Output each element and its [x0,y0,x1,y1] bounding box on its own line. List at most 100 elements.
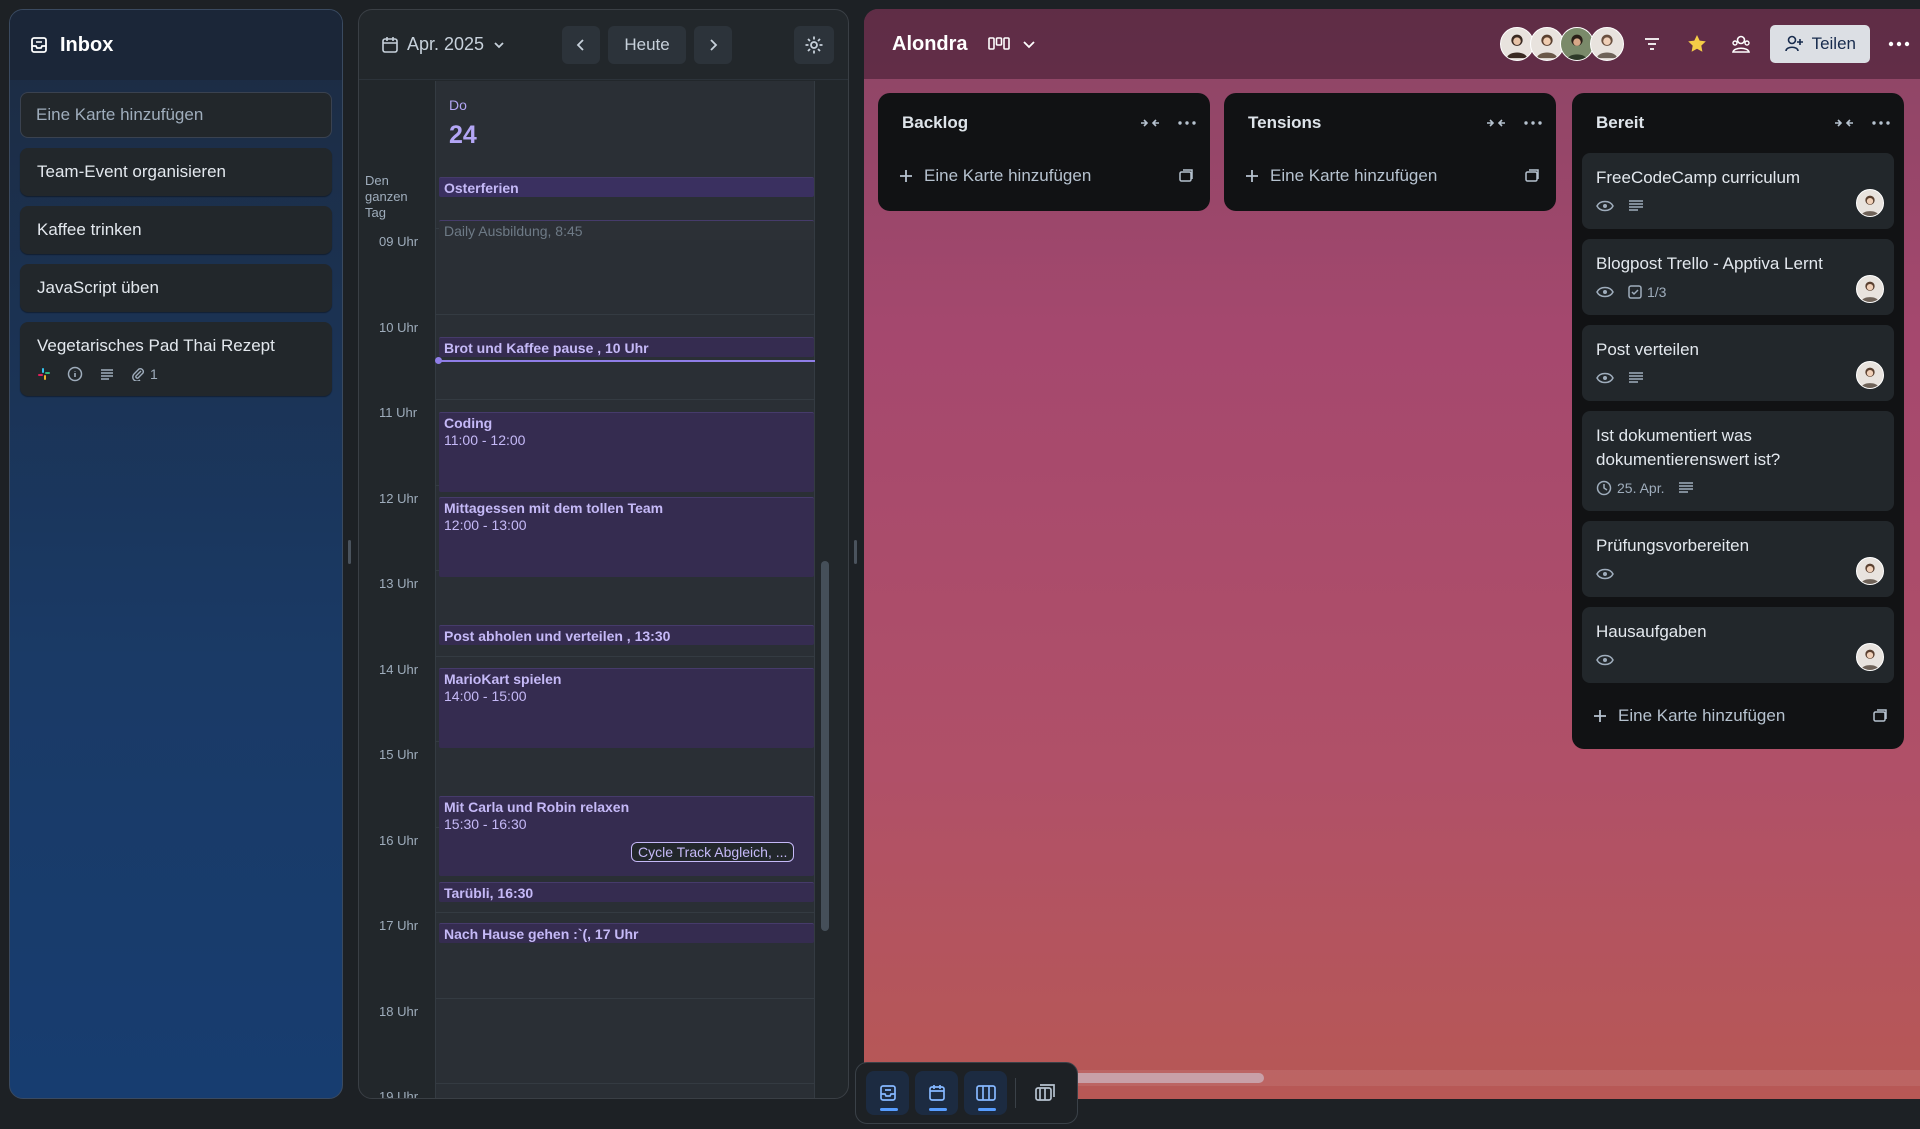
list-more-icon[interactable] [1872,121,1890,125]
list-bereit: Bereit FreeCodeCamp curriculum Blogpost … [1572,93,1904,749]
inbox-add-card-button[interactable]: Eine Karte hinzufügen [20,92,332,138]
calendar-event[interactable]: Tarübli, 16:30 [439,882,814,902]
board-card[interactable]: Ist dokumentiert was dokumentierenswert … [1582,411,1894,511]
board-card[interactable]: Hausaufgaben [1582,607,1894,683]
chevron-down-icon [492,38,506,52]
description-icon [1628,371,1644,385]
inbox-card-list: Eine Karte hinzufügen Team-Event organis… [10,80,342,418]
board-card[interactable]: FreeCodeCamp curriculum [1582,153,1894,229]
share-button[interactable]: Teilen [1769,25,1870,63]
chevron-right-icon [706,38,720,52]
calendar-event[interactable]: Brot und Kaffee pause , 10 Uhr [439,337,814,357]
card-title: Kaffee trinken [37,220,142,239]
card-title: Team-Event organisieren [37,162,226,181]
list-title[interactable]: Backlog [902,113,968,133]
board-card[interactable]: Blogpost Trello - Apptiva Lernt 1/3 [1582,239,1894,315]
calendar-scrollbar[interactable] [821,561,829,931]
hour-line [435,912,815,913]
calendar-event[interactable]: Coding 11:00 - 12:00 [439,412,814,492]
avatar[interactable] [1499,27,1534,61]
toggle-planner-button[interactable] [915,1071,959,1115]
card-member-avatar[interactable] [1856,275,1884,303]
prev-day-button[interactable] [562,25,601,64]
resize-handle[interactable] [348,540,351,564]
add-card-button[interactable]: Eine Karte hinzufügen [1572,693,1904,739]
inbox-card[interactable]: JavaScript üben [20,264,332,312]
card-member-avatar[interactable] [1856,361,1884,389]
add-card-button[interactable]: Eine Karte hinzufügen [1224,153,1556,199]
list-title[interactable]: Bereit [1596,113,1644,133]
toggle-inbox-button[interactable] [866,1071,910,1115]
member-avatars[interactable] [1499,27,1624,61]
all-day-event[interactable]: Osterferien [439,177,814,197]
watch-eye-icon [1596,372,1614,384]
calendar-event[interactable]: Mit Carla und Robin relaxen 15:30 - 16:3… [439,796,814,876]
card-title: Vegetarisches Pad Thai Rezept [37,336,275,355]
slack-icon [37,367,51,381]
switch-board-button[interactable] [1024,1071,1067,1115]
inbox-card[interactable]: Team-Event organisieren [20,148,332,196]
card-badges [1596,196,1880,216]
template-icon[interactable] [1872,708,1888,724]
calendar-event[interactable]: MarioKart spielen 14:00 - 15:00 [439,668,814,748]
watch-eye-icon [1596,200,1614,212]
board-card[interactable]: Prüfungsvorbereiten [1582,521,1894,597]
current-time-line [437,360,815,362]
card-member-avatar[interactable] [1856,189,1884,217]
add-card-button[interactable]: Eine Karte hinzufügen [878,153,1210,199]
list-tensions: Tensions Eine Karte hinzufügen [1224,93,1556,211]
event-time: 11:00 - 12:00 [444,432,526,448]
event-time: 12:00 - 13:00 [444,517,527,533]
list-title[interactable]: Tensions [1248,113,1321,133]
month-picker[interactable]: Apr. 2025 [373,34,514,55]
card-member-avatar[interactable] [1856,557,1884,585]
collapse-icon[interactable] [1486,116,1506,130]
avatar[interactable] [1559,27,1594,61]
team-visibility-icon[interactable] [1730,33,1752,55]
card-title: Post verteilen [1596,340,1699,359]
list-more-icon[interactable] [1524,121,1542,125]
board-scroll-thumb[interactable] [1070,1073,1264,1083]
board-title[interactable]: Alondra [892,33,968,56]
calendar-panel: Apr. 2025 Heute Do 24 Den ganzen Tag Ost… [358,9,849,1099]
list-more-icon[interactable] [1178,121,1196,125]
template-icon[interactable] [1524,168,1540,184]
list-header: Tensions [1224,93,1556,153]
calendar-settings-button[interactable] [794,25,834,64]
calendar-event[interactable]: Nach Hause gehen :`(, 17 Uhr [439,923,814,943]
day-header: Do 24 [449,97,477,150]
calendar-event[interactable]: Mittagessen mit dem tollen Team 12:00 - … [439,497,814,577]
description-icon [99,366,115,382]
inbox-card[interactable]: Vegetarisches Pad Thai Rezept 1 [20,322,332,396]
collapse-icon[interactable] [1140,116,1160,130]
add-card-label: Eine Karte hinzufügen [924,166,1092,185]
template-icon[interactable] [1178,168,1194,184]
calendar-event[interactable]: Post abholen und verteilen , 13:30 [439,625,814,645]
filter-icon[interactable] [1642,34,1662,54]
day-number: 24 [449,121,477,149]
today-button[interactable]: Heute [608,25,687,64]
card-member-avatar[interactable] [1856,643,1884,671]
inbox-card[interactable]: Kaffee trinken [20,206,332,254]
add-person-icon [1784,34,1804,54]
plus-icon [898,168,914,184]
view-switcher-button[interactable] [987,36,1036,52]
info-icon [67,366,83,382]
resize-handle[interactable] [854,540,857,564]
calendar-day-view[interactable]: Do 24 Den ganzen Tag Osterferien 09 Uhr … [359,81,848,1098]
calendar-event-chip[interactable]: Cycle Track Abgleich, ... [631,842,795,862]
add-card-label: Eine Karte hinzufügen [1270,166,1438,185]
board-card[interactable]: Post verteilen [1582,325,1894,401]
avatar[interactable] [1589,27,1624,61]
avatar[interactable] [1529,27,1564,61]
calendar-event[interactable]: Daily Ausbildung, 8:45 [439,220,814,240]
next-day-button[interactable] [694,25,733,64]
toggle-board-button[interactable] [964,1071,1008,1115]
attachment-count: 1 [150,366,158,382]
more-options-icon[interactable] [1888,41,1910,47]
collapse-icon[interactable] [1834,116,1854,130]
star-icon[interactable] [1686,33,1708,55]
hour-label: 17 Uhr [379,918,419,933]
card-title: Blogpost Trello - Apptiva Lernt [1596,254,1823,273]
plus-icon [1592,708,1608,724]
